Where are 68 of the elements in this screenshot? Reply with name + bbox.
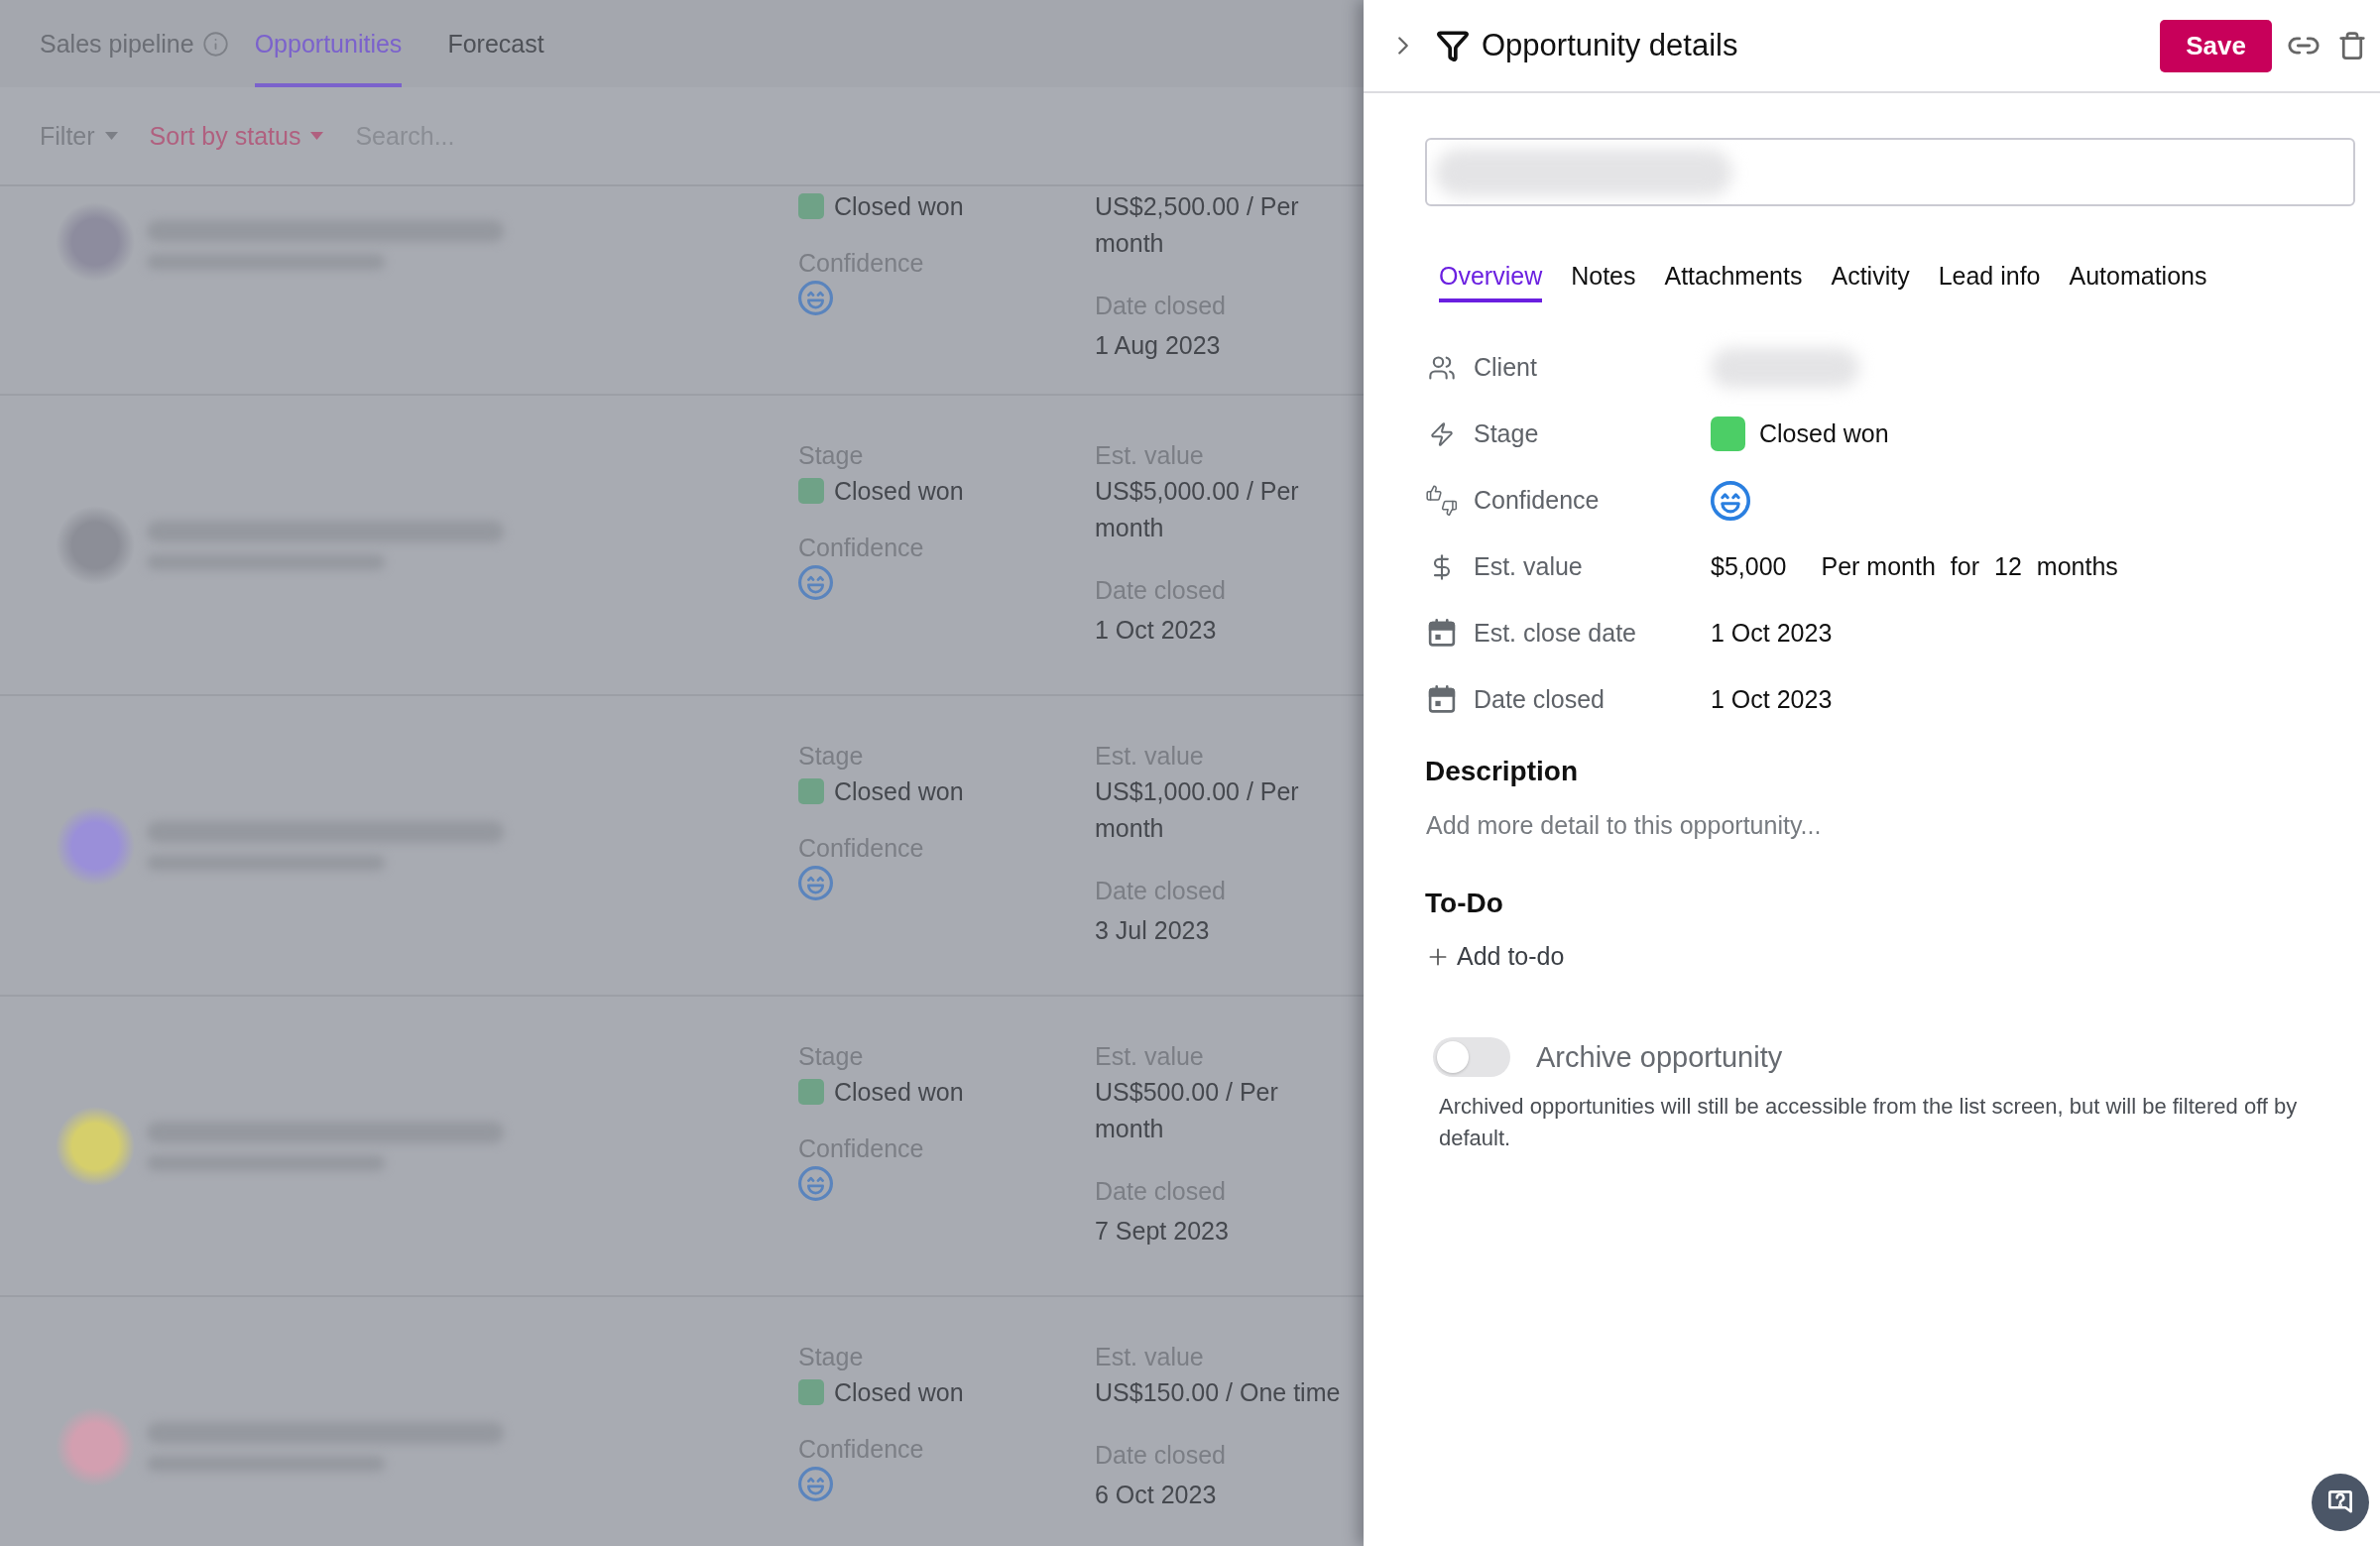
value-text: US$2,500.00 / Per month: [1095, 191, 1300, 259]
toggle-label: Archive opportunity: [1536, 1040, 1783, 1074]
field-label: Date closed: [1474, 685, 1606, 714]
tab[interactable]: Notes: [1571, 256, 1636, 302]
tab[interactable]: Activity: [1831, 256, 1910, 302]
stage-text[interactable]: Closed won: [1759, 419, 1889, 448]
date-text: 7 Sept 2023: [1095, 1216, 1229, 1247]
page-title: Sales pipeline: [40, 29, 194, 59]
name-field[interactable]: [1425, 138, 2355, 206]
tab[interactable]: Lead info: [1938, 256, 2041, 302]
smiley-icon: [1711, 480, 1750, 521]
field-label: Est. value: [1474, 552, 1583, 581]
period-select[interactable]: Per month: [1821, 552, 1936, 581]
add-todo-button[interactable]: Add to-do: [1425, 942, 1565, 971]
value-text: US$1,000.00 / Per month: [1095, 776, 1300, 844]
field-label: Stage: [1474, 419, 1539, 448]
tab[interactable]: Automations: [2069, 256, 2207, 302]
status-square-icon: [1711, 416, 1745, 451]
field-label: Client: [1474, 353, 1537, 382]
tab[interactable]: Attachments: [1664, 256, 1803, 302]
help-text: Archived opportunities will still be accessible from the list screen, but will be filtered off by default.: [1439, 1093, 2299, 1152]
value-text: US$500.00 / Per month: [1095, 1077, 1279, 1144]
save-button[interactable]: Save: [2160, 19, 2272, 72]
users-icon: [1428, 353, 1456, 382]
stage-text: Closed won: [834, 476, 964, 507]
smiley-icon: [798, 866, 833, 900]
amount-field[interactable]: $5,000: [1711, 552, 1787, 581]
value-text: US$150.00 / One time: [1095, 1377, 1341, 1408]
date-text: 1 Aug 2023: [1095, 330, 1221, 361]
caret-icon: [310, 132, 324, 140]
description-field[interactable]: Add more detail to this opportunity...: [1425, 803, 2278, 847]
status-square-icon: [798, 478, 824, 504]
section-heading: Description: [1425, 755, 1579, 788]
section-heading: To-Do: [1425, 887, 1503, 920]
stage-text: Closed won: [834, 776, 964, 807]
date-text: 3 Jul 2023: [1095, 915, 1210, 946]
smiley-icon: [798, 1467, 833, 1501]
trash-icon[interactable]: [2337, 31, 2367, 60]
smiley-icon: [798, 1166, 833, 1201]
field-label: Confidence: [1474, 486, 1600, 515]
caret-icon: [104, 132, 118, 140]
date-text: 1 Oct 2023: [1095, 615, 1217, 646]
date-text[interactable]: 1 Oct 2023: [1711, 685, 1833, 713]
calendar-icon: [1428, 685, 1456, 714]
status-square-icon: [798, 193, 824, 219]
for-text: for: [1950, 552, 1979, 581]
unit-text: months: [2036, 552, 2118, 581]
status-square-icon: [798, 1379, 824, 1405]
status-square-icon: [798, 1079, 824, 1105]
stage-text: Closed won: [834, 191, 964, 222]
stage-text: Closed won: [834, 1077, 964, 1108]
lightning-icon: [1429, 420, 1455, 447]
calendar-icon: [1428, 619, 1456, 648]
thumbs-up-down-icon: [1425, 483, 1459, 518]
value-text: US$5,000.00 / Per month: [1095, 476, 1300, 543]
field-label: Est. close date: [1474, 619, 1636, 648]
funnel-icon: [1436, 29, 1470, 62]
stage-text: Closed won: [834, 1377, 964, 1408]
smiley-icon: [798, 281, 833, 315]
tab[interactable]: Overview: [1439, 256, 1543, 302]
date-text[interactable]: 1 Oct 2023: [1711, 619, 1833, 647]
status-square-icon: [798, 778, 824, 804]
count-field[interactable]: 12: [1994, 552, 2022, 581]
help-chat-icon[interactable]: [2312, 1474, 2369, 1531]
smiley-icon: [798, 565, 833, 600]
panel-title: Opportunity details: [1482, 28, 1738, 63]
archive-toggle[interactable]: [1433, 1037, 1510, 1077]
date-text: 6 Oct 2023: [1095, 1480, 1217, 1510]
